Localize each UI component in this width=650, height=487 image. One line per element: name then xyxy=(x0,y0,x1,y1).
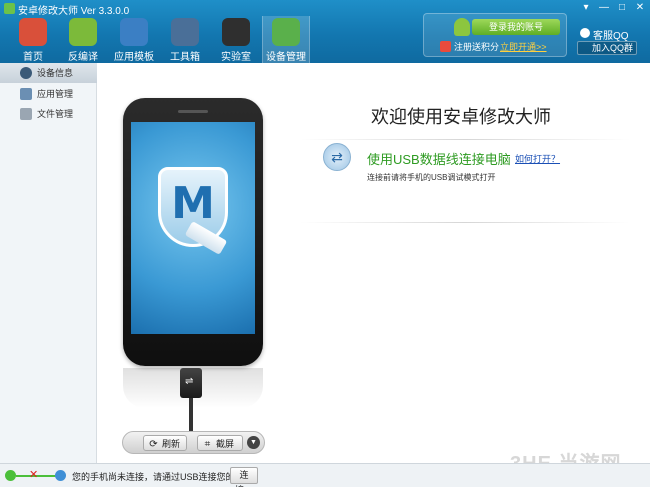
tab-home[interactable]: 首页 xyxy=(9,16,57,63)
divider xyxy=(300,222,630,223)
phone-screen: M xyxy=(131,122,255,334)
join-qq-group-button[interactable]: 加入QQ群 xyxy=(577,41,637,55)
tab-device-management[interactable]: 设备管理 xyxy=(262,16,310,63)
welcome-heading: 欢迎使用安卓修改大师 xyxy=(371,107,551,127)
support-qq-link[interactable]: 客服QQ xyxy=(593,27,629,42)
close-button[interactable]: ✕ xyxy=(632,1,648,14)
crop-icon: ⌗ xyxy=(204,439,211,450)
support-icon xyxy=(580,28,590,38)
usb-connect-title: 使用USB数据线连接电脑 xyxy=(367,152,511,167)
sidebar-item-device-info[interactable]: 设备信息 xyxy=(0,63,97,83)
account-panel: 登录我的账号 注册送积分 立即开通>> xyxy=(423,13,567,57)
login-button[interactable]: 登录我的账号 xyxy=(472,19,560,35)
register-link[interactable]: 立即开通>> xyxy=(500,40,547,53)
device-icon xyxy=(272,18,300,46)
how-to-open-link[interactable]: 如何打开？ xyxy=(515,152,560,165)
toolbox-icon xyxy=(171,18,199,46)
gift-icon xyxy=(440,41,451,52)
speaker-grille xyxy=(178,110,208,113)
disconnected-icon: ✕ xyxy=(29,469,39,481)
connect-button[interactable]: 连接。 xyxy=(230,467,258,487)
tab-decompile[interactable]: 反编译 xyxy=(59,16,107,63)
tab-toolbox[interactable]: 工具箱 xyxy=(161,16,209,63)
menu-icon[interactable]: ▾ xyxy=(578,1,594,14)
refresh-icon: ⟳ xyxy=(149,439,158,450)
phone-icon xyxy=(55,470,66,481)
flask-icon xyxy=(222,18,250,46)
status-bar: ✕ 您的手机尚未连接，请通过USB连接您的设备。 连接。 xyxy=(0,463,650,487)
tab-lab[interactable]: 实验室 xyxy=(212,16,260,63)
phone-action-bar: ⟳ 刷新 ⌗ 截屏 ▼ xyxy=(122,431,265,454)
house-icon xyxy=(19,18,47,46)
info-icon xyxy=(20,67,32,79)
window-title: 安卓修改大师 Ver 3.3.0.0 xyxy=(18,6,130,17)
file-icon xyxy=(20,108,32,120)
refresh-button[interactable]: ⟳ 刷新 xyxy=(143,435,187,451)
android-icon xyxy=(69,18,97,46)
app-logo-icon xyxy=(4,3,15,14)
divider xyxy=(300,139,630,140)
usb-icon: ⇄ xyxy=(323,143,351,171)
register-text: 注册送积分 xyxy=(454,42,500,52)
chevron-down-icon[interactable]: ▼ xyxy=(247,436,260,449)
usb-cable xyxy=(189,398,193,433)
app-icon xyxy=(20,88,32,100)
screenshot-button[interactable]: ⌗ 截屏 xyxy=(197,435,243,451)
star-icon xyxy=(120,18,148,46)
phone-illustration: M xyxy=(123,98,263,366)
usb-plug-icon: ⇌ xyxy=(180,368,202,398)
title-bar: 安卓修改大师 Ver 3.3.0.0 ▾ — □ ✕ 首页 反编译 应用模板 工… xyxy=(0,0,650,63)
tab-app-templates[interactable]: 应用模板 xyxy=(110,16,158,63)
usb-debug-hint: 连接前请将手机的USB调试模式打开 xyxy=(367,173,496,182)
sidebar-item-file-management[interactable]: 文件管理 xyxy=(0,104,97,124)
sidebar: 设备信息 应用管理 文件管理 xyxy=(0,63,97,463)
maximize-button[interactable]: □ xyxy=(614,1,630,14)
sidebar-item-app-management[interactable]: 应用管理 xyxy=(0,84,97,104)
minimize-button[interactable]: — xyxy=(596,1,612,14)
android-mascot-icon xyxy=(454,18,470,36)
pc-icon xyxy=(5,470,16,481)
